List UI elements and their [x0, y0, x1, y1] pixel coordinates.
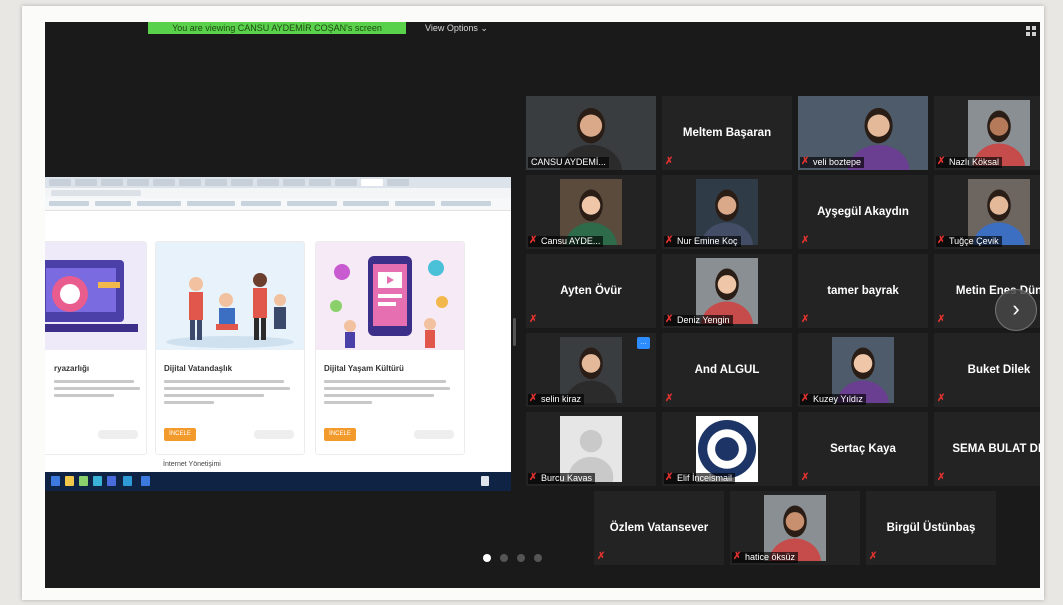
card-title: Dijital Yaşam Kültürü [324, 364, 404, 373]
mic-muted-icon: ✗ [665, 314, 674, 325]
mic-muted-icon: ✗ [801, 156, 810, 167]
participant-name: SEMA BULAT DE [952, 443, 1040, 455]
mic-muted-icon: ✗ [801, 235, 810, 246]
inspect-button[interactable]: İNCELE [324, 428, 356, 441]
participant-tile[interactable]: Burcu Kavas ✗ [526, 412, 656, 486]
participant-name: tamer bayrak [827, 285, 899, 297]
mic-muted-icon: ✗ [937, 314, 946, 325]
participant-tile[interactable]: SEMA BULAT DE ✗ [934, 412, 1040, 486]
page-dot[interactable] [500, 554, 508, 562]
course-illustration [45, 242, 146, 350]
splitter-handle[interactable] [513, 318, 516, 346]
participant-name: Birgül Üstünbaş [886, 522, 976, 534]
browser-tab-strip [45, 177, 511, 188]
mic-muted-icon: ✗ [529, 314, 538, 325]
participant-tile[interactable]: Nazlı Köksal ✗ [934, 96, 1040, 170]
mic-muted-icon: ✗ [529, 472, 538, 483]
course-card: Dijital Yaşam Kültürü İNCELE [315, 241, 465, 455]
mic-muted-icon: ✗ [733, 551, 742, 562]
participant-tile[interactable]: Nur Emine Koç ✗ [662, 175, 792, 249]
participant-name-label: CANSU AYDEMİ... [528, 157, 609, 168]
participant-name: Meltem Başaran [682, 127, 772, 139]
view-options-button[interactable]: View Options ⌄ [425, 22, 488, 34]
mic-muted-icon: ✗ [665, 235, 674, 246]
page-dot[interactable] [483, 554, 491, 562]
participant-tile[interactable]: Özlem Vatansever ✗ [594, 491, 724, 565]
participant-tile[interactable]: Buket Dilek ✗ [934, 333, 1040, 407]
participant-tile[interactable]: Cansu AYDE... ✗ [526, 175, 656, 249]
mic-muted-icon: ✗ [801, 393, 810, 404]
participant-tile[interactable]: veli boztepe ✗ [798, 96, 928, 170]
participant-name-label: Nur Emine Koç [664, 236, 741, 247]
participant-tile[interactable]: Sertaç Kaya ✗ [798, 412, 928, 486]
section-heading: İnternet Yönetişimi [163, 461, 221, 468]
grid-view-icon[interactable] [1026, 26, 1036, 36]
mic-muted-icon: ✗ [801, 314, 810, 325]
mic-muted-icon: ✗ [937, 472, 946, 483]
mic-muted-icon: ✗ [801, 472, 810, 483]
participant-tile[interactable]: And ALGUL ✗ [662, 333, 792, 407]
participant-name-label: Deniz Yengin [664, 315, 733, 326]
participant-name: And ALGUL [694, 364, 760, 376]
chevron-right-icon: › [1012, 296, 1020, 321]
mic-muted-icon: ✗ [665, 472, 674, 483]
participant-name-label: Cansu AYDE... [528, 236, 604, 247]
participant-tile[interactable]: hatice öksüz ✗ [730, 491, 860, 565]
page-dot[interactable] [534, 554, 542, 562]
mic-muted-icon: ✗ [529, 235, 538, 246]
participant-tile[interactable]: Ayşegül Akaydın ✗ [798, 175, 928, 249]
participant-name-label: Elif İnceismail [664, 473, 736, 484]
mic-muted-icon: ✗ [665, 393, 674, 404]
inspect-button[interactable]: İNCELE [164, 428, 196, 441]
course-card: Dijital Vatandaşlık İNCELE [155, 241, 305, 455]
card-title: ryazarlığı [54, 364, 90, 373]
browser-address-bar [45, 188, 511, 198]
zoom-window: You are viewing CANSU AYDEMİR COŞAN's sc… [45, 22, 1040, 588]
mic-muted-icon: ✗ [665, 156, 674, 167]
participant-tile[interactable]: Meltem Başaran ✗ [662, 96, 792, 170]
reaction-icon: … [637, 337, 650, 349]
participant-name: Ayten Övür [560, 285, 622, 297]
participant-tile[interactable]: tamer bayrak ✗ [798, 254, 928, 328]
participant-tile[interactable]: Kuzey Yıldız ✗ [798, 333, 928, 407]
mic-muted-icon: ✗ [937, 156, 946, 167]
page-dot[interactable] [517, 554, 525, 562]
browser-bookmarks-bar [45, 198, 511, 211]
course-illustration [316, 242, 464, 350]
card-chip [254, 430, 294, 439]
next-page-button[interactable]: › [995, 289, 1037, 331]
participant-tile[interactable]: Deniz Yengin ✗ [662, 254, 792, 328]
participant-tile[interactable]: Elif İnceismail ✗ [662, 412, 792, 486]
mic-muted-icon: ✗ [869, 551, 878, 562]
participant-name: Özlem Vatansever [609, 522, 709, 534]
shared-screen: ryazarlığı Dijital Vatandaşlık İNCELE Di… [45, 177, 511, 491]
participant-name: Sertaç Kaya [830, 443, 896, 455]
card-chip [98, 430, 138, 439]
participant-tile[interactable]: Tuğçe Çevik ✗ [934, 175, 1040, 249]
participant-tile[interactable]: CANSU AYDEMİ... [526, 96, 656, 170]
mic-muted-icon: ✗ [529, 393, 538, 404]
card-title: Dijital Vatandaşlık [164, 364, 233, 373]
participant-name-label: Burcu Kavas [528, 473, 596, 484]
mic-muted-icon: ✗ [937, 393, 946, 404]
course-illustration [156, 242, 304, 350]
participant-name: Ayşegül Akaydın [817, 206, 909, 218]
screen-share-banner: You are viewing CANSU AYDEMİR COŞAN's sc… [148, 22, 406, 34]
course-card: ryazarlığı [45, 241, 147, 455]
mic-muted-icon: ✗ [597, 551, 606, 562]
participant-name: Buket Dilek [967, 364, 1031, 376]
card-chip [414, 430, 454, 439]
mic-muted-icon: ✗ [937, 235, 946, 246]
participant-tile[interactable]: Birgül Üstünbaş ✗ [866, 491, 996, 565]
participant-tile[interactable]: Ayten Övür ✗ [526, 254, 656, 328]
windows-taskbar [45, 472, 511, 491]
